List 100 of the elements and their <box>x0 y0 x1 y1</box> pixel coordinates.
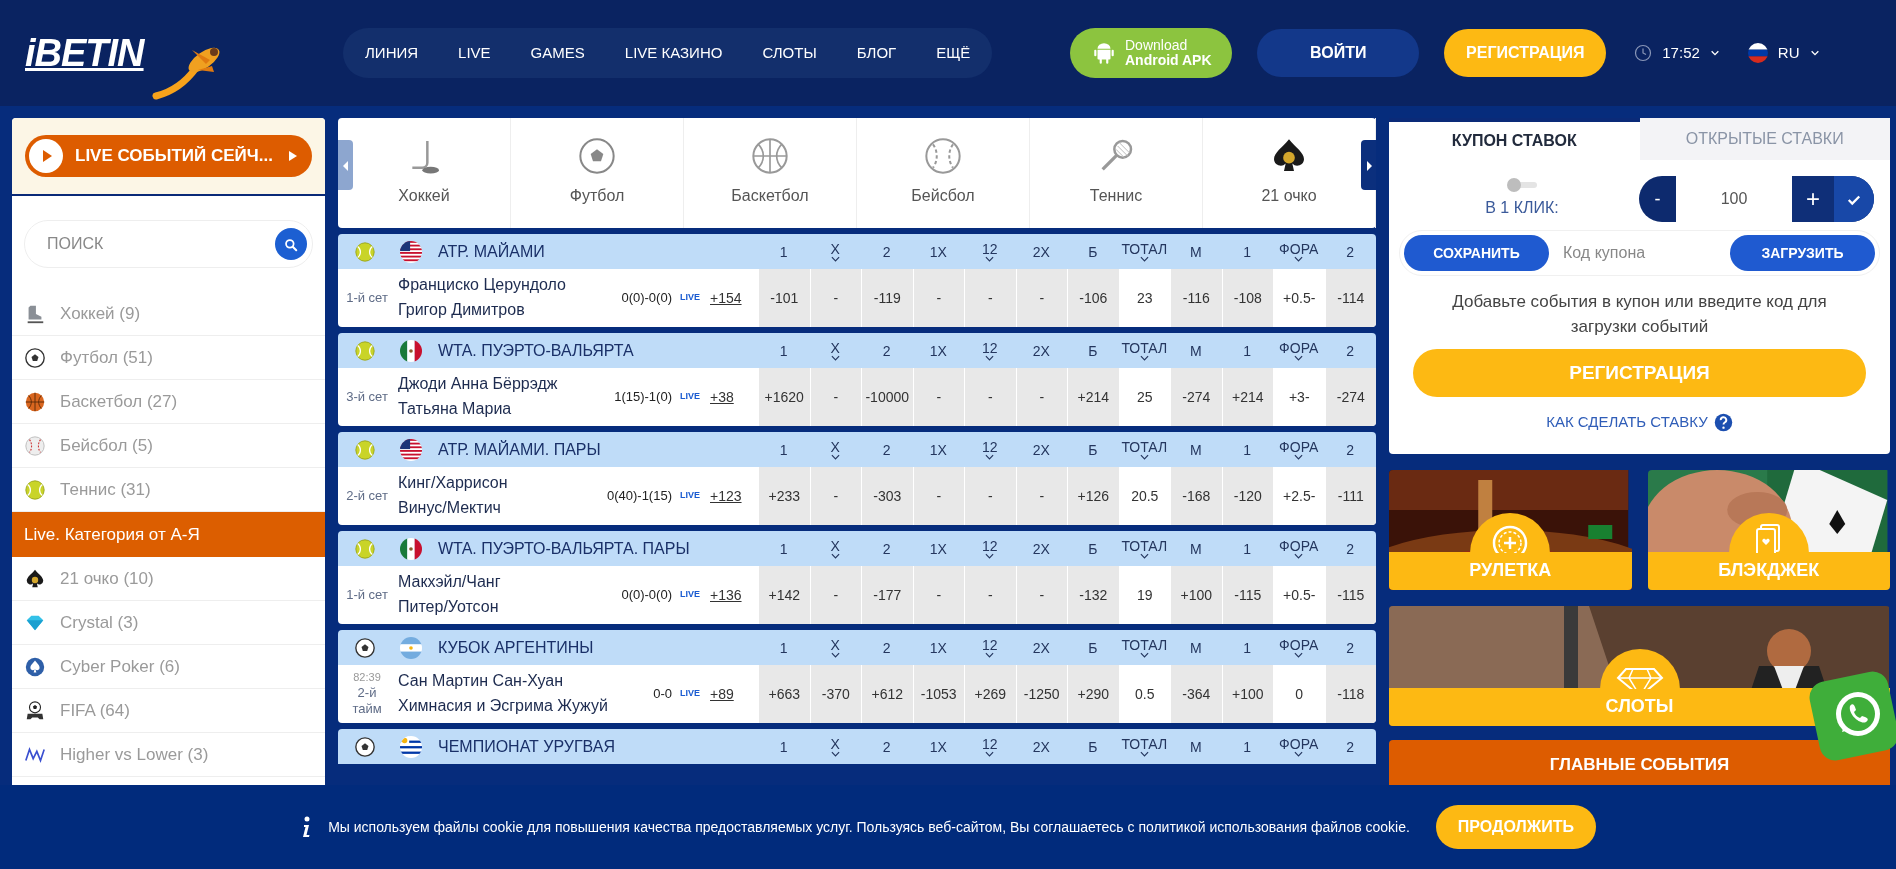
caret-icon <box>342 160 349 171</box>
sport-tab[interactable]: Бейсбол <box>857 118 1030 228</box>
help-link[interactable]: КАК СДЕЛАТЬ СТАВКУ <box>1546 411 1733 434</box>
odds-cell[interactable]: - <box>964 467 1016 525</box>
odds-cell[interactable]: - <box>809 269 861 327</box>
odds-cell[interactable]: - <box>964 269 1016 327</box>
odds-cell[interactable]: -118 <box>1324 665 1376 723</box>
live-label: LIVE <box>680 291 700 305</box>
column-label: ТОТАЛ <box>1121 241 1168 256</box>
time-selector[interactable]: 17:52 <box>1634 41 1720 65</box>
odds-cell[interactable]: - <box>809 467 861 525</box>
soccer-ball-icon <box>577 136 617 176</box>
login-button[interactable]: ВОЙТИ <box>1257 29 1420 77</box>
period-text: 2-й тайм <box>352 684 382 716</box>
nav-link[interactable]: СЛОТЫ <box>762 41 817 65</box>
odds-cell[interactable]: - <box>912 368 964 426</box>
odds-cell[interactable]: - <box>809 566 861 624</box>
odds-cell[interactable]: +612 <box>861 665 913 723</box>
odds-cell[interactable]: - <box>1015 368 1067 426</box>
chip-icon <box>1470 512 1551 553</box>
odds-cell[interactable]: -114 <box>1324 269 1376 327</box>
odds-cell[interactable]: -364 <box>1170 665 1222 723</box>
odds-cell[interactable]: - <box>809 368 861 426</box>
column-label: 1 <box>1243 244 1252 259</box>
play-icon <box>29 139 63 173</box>
plus-button[interactable]: + <box>1792 176 1834 222</box>
odds-cell[interactable]: -116 <box>1170 269 1222 327</box>
nav-link[interactable]: GAMES <box>530 41 585 65</box>
more-bets-link[interactable]: +38 <box>710 386 758 408</box>
next-button[interactable] <box>1361 140 1376 190</box>
odds-cell[interactable]: - <box>912 269 964 327</box>
odds-cell[interactable]: +1620 <box>758 368 810 426</box>
odds-cell[interactable]: -303 <box>861 467 913 525</box>
more-bets-link[interactable]: +89 <box>710 683 758 705</box>
column-label: 2 <box>882 739 891 754</box>
logo[interactable]: iBETIN <box>25 24 144 82</box>
search-icon <box>284 237 298 252</box>
policy-link[interactable]: политикой <box>1138 818 1206 835</box>
load-button[interactable]: ЗАГРУЗИТЬ <box>1730 235 1875 271</box>
odds-cell[interactable]: -1250 <box>1015 665 1067 723</box>
column-label: 1X <box>929 739 947 754</box>
soccer-ball-icon <box>24 346 46 369</box>
odds-cell[interactable]: -115 <box>1324 566 1376 624</box>
search-field[interactable]: ПОИСК <box>24 220 313 268</box>
odds-cell[interactable]: -168 <box>1170 467 1222 525</box>
odds-cell[interactable]: - <box>964 368 1016 426</box>
odds-cell[interactable]: -1053 <box>912 665 964 723</box>
odds-cell[interactable]: +100 <box>1170 566 1222 624</box>
odds-cell[interactable]: -119 <box>861 269 913 327</box>
odds-cell[interactable]: - <box>912 467 964 525</box>
more-bets-link[interactable]: +123 <box>710 485 758 507</box>
odds-cell[interactable]: +663 <box>758 665 810 723</box>
odds-cell[interactable]: +100 <box>1221 665 1273 723</box>
sport-tab[interactable]: Баскетбол <box>684 118 857 228</box>
stake-field[interactable]: 100 <box>1676 176 1792 222</box>
minus-button[interactable]: - <box>1639 176 1676 222</box>
nav-link[interactable]: БЛОГ <box>856 41 897 65</box>
odds-cell[interactable]: -274 <box>1170 368 1222 426</box>
confirm-button[interactable] <box>1834 176 1874 222</box>
odds-cell[interactable]: +290 <box>1067 665 1119 723</box>
odds-cell[interactable]: - <box>1015 269 1067 327</box>
column-label: 1X <box>929 343 947 358</box>
odds-cell[interactable]: +214 <box>1221 368 1273 426</box>
odds-cell[interactable]: -370 <box>809 665 861 723</box>
toggle-switch[interactable] <box>1507 178 1537 192</box>
nav-link[interactable]: LIVE <box>458 41 491 65</box>
odds-cell[interactable]: -274 <box>1324 368 1376 426</box>
language-selector[interactable]: RU <box>1747 41 1820 65</box>
save-button[interactable]: СОХРАНИТЬ <box>1404 235 1549 271</box>
odds-cell[interactable]: -115 <box>1221 566 1273 624</box>
main-events-button[interactable]: ГЛАВНЫЕ СОБЫТИЯ <box>1389 739 1890 785</box>
sport-tab[interactable]: Теннис <box>1030 118 1203 228</box>
odds-cell[interactable]: +126 <box>1067 467 1119 525</box>
column-label: М <box>1189 244 1202 259</box>
more-bets-link[interactable]: +136 <box>710 584 758 606</box>
odds-cell[interactable]: +233 <box>758 467 810 525</box>
odds-cell[interactable]: - <box>912 566 964 624</box>
odds-cell[interactable]: - <box>1015 566 1067 624</box>
score-text: 0(40)-1(15) <box>606 487 672 506</box>
odds-cell[interactable]: +214 <box>1067 368 1119 426</box>
sport-tab[interactable]: Футбол <box>511 118 684 228</box>
odds-cell[interactable]: -106 <box>1067 269 1119 327</box>
odds-cell[interactable]: +269 <box>964 665 1016 723</box>
odds-cell[interactable]: -101 <box>758 269 810 327</box>
nav-link[interactable]: LIVE КАЗИНО <box>624 41 723 65</box>
live-events-button[interactable]: LIVE СОБЫТИЙ СЕЙЧ... <box>25 135 312 177</box>
nav-link[interactable]: ЕЩЁ <box>936 41 971 65</box>
odds-cell[interactable]: -132 <box>1067 566 1119 624</box>
odds-cell[interactable]: -111 <box>1324 467 1376 525</box>
column-label: 12 <box>981 241 998 256</box>
nav-link[interactable]: ЛИНИЯ <box>365 41 419 65</box>
odds-cell[interactable]: - <box>1015 467 1067 525</box>
odds-cell[interactable]: -10000 <box>861 368 913 426</box>
odds-cell[interactable]: +142 <box>758 566 810 624</box>
column-label: ТОТАЛ <box>1121 340 1168 355</box>
more-bets-link[interactable]: +154 <box>710 287 758 309</box>
odds-cell[interactable]: -177 <box>861 566 913 624</box>
odds-cell[interactable]: -108 <box>1221 269 1273 327</box>
odds-cell[interactable]: -120 <box>1221 467 1273 525</box>
odds-cell[interactable]: - <box>964 566 1016 624</box>
